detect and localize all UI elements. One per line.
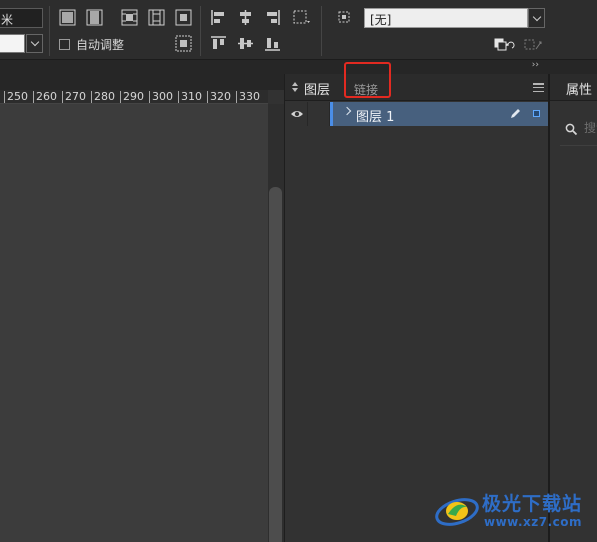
align-left-icon xyxy=(210,9,224,25)
clear-overrides-button[interactable] xyxy=(493,35,515,53)
chevron-down-icon xyxy=(30,37,39,47)
selection-indicator[interactable] xyxy=(533,110,540,117)
object-style-select[interactable]: [无] xyxy=(364,8,528,28)
toolbar-divider xyxy=(321,6,322,56)
control-toolbar: 米 自动调整 [无] xyxy=(0,0,597,60)
fit-content-proportionally-button[interactable] xyxy=(147,8,165,26)
distribute-spacing-button[interactable] xyxy=(291,8,313,26)
layer-name: 图层 1 xyxy=(356,110,395,125)
autofit-checkbox[interactable] xyxy=(59,39,70,50)
ruler-tick: 260 xyxy=(33,91,57,103)
center-content-icon xyxy=(175,9,191,25)
panel-resize-arrows-icon[interactable] xyxy=(292,81,298,93)
toolbar-divider xyxy=(200,6,201,56)
fit-content-icon xyxy=(86,9,102,25)
fit-proportional-icon xyxy=(148,9,164,25)
redefine-style-button[interactable] xyxy=(522,35,544,53)
fit-frame-to-content-button[interactable] xyxy=(58,8,76,26)
ruler-tick: 280 xyxy=(91,91,115,103)
pen-icon xyxy=(511,109,520,118)
fill-frame-proportionally-button[interactable] xyxy=(120,8,138,26)
vertical-scrollbar[interactable] xyxy=(268,104,284,542)
autofit-label: 自动调整 xyxy=(76,38,125,52)
align-right-icon xyxy=(266,9,280,25)
properties-search-input[interactable]: 搜索 xyxy=(584,119,597,141)
layer-selected-row[interactable]: 图层 1 xyxy=(330,102,548,126)
horizontal-ruler[interactable]: 250 260 270 280 290 300 310 320 330 xyxy=(0,90,268,104)
frame-fitting-icon xyxy=(175,35,191,51)
align-right-edges-button[interactable] xyxy=(263,8,281,26)
ruler-tick: 310 xyxy=(178,91,202,103)
document-tab-bar xyxy=(0,60,284,90)
layer-lock-toggle[interactable] xyxy=(307,102,330,126)
ruler-tick: 300 xyxy=(149,91,173,103)
tab-layers[interactable]: 图层 xyxy=(304,79,330,98)
panel-dock-bar: ›› xyxy=(284,60,597,74)
object-style-icon-button[interactable] xyxy=(335,8,353,26)
fill-color-dropdown[interactable] xyxy=(26,34,43,53)
fit-frame-icon xyxy=(59,9,75,25)
layer-row[interactable]: 图层 1 xyxy=(285,102,548,126)
panel-tab-bar: 图层 链接 xyxy=(285,62,548,101)
ruler-tick: 250 xyxy=(4,91,28,103)
align-left-edges-button[interactable] xyxy=(209,8,227,26)
ruler-tick: 330 xyxy=(236,91,260,103)
align-vcenter-icon xyxy=(237,37,253,49)
chevron-right-icon[interactable] xyxy=(342,106,352,116)
unit-field[interactable]: 米 xyxy=(0,8,43,28)
align-top-edges-button[interactable] xyxy=(209,34,227,52)
auto-fit-frame-button[interactable] xyxy=(174,34,192,52)
align-bottom-icon xyxy=(264,37,280,51)
scrollbar-thumb[interactable] xyxy=(269,187,282,542)
align-bottom-edges-button[interactable] xyxy=(263,34,281,52)
search-underline xyxy=(560,145,597,146)
fill-color-swatch[interactable] xyxy=(0,34,25,53)
tab-links-highlight-box xyxy=(344,62,391,98)
search-icon xyxy=(565,123,578,136)
properties-panel: 属性 搜索 xyxy=(548,74,597,542)
center-content-button[interactable] xyxy=(174,8,192,26)
collapse-panels-icon[interactable]: ›› xyxy=(532,60,539,70)
object-style-dropdown[interactable] xyxy=(528,8,545,28)
watermark-logo-icon xyxy=(435,498,479,526)
fit-content-to-frame-button[interactable] xyxy=(85,8,103,26)
panel-menu-icon[interactable] xyxy=(533,83,544,92)
watermark-brand: 极光下载站 xyxy=(482,493,583,515)
fill-proportional-icon xyxy=(121,9,137,25)
distribute-icon xyxy=(293,10,310,23)
clear-overrides-icon xyxy=(494,38,515,50)
tab-properties[interactable]: 属性 xyxy=(550,74,597,101)
watermark: 极光下载站 www.xz7.com xyxy=(434,489,594,534)
watermark-url: www.xz7.com xyxy=(484,515,583,529)
align-vertical-centers-button[interactable] xyxy=(236,34,254,52)
ruler-tick: 290 xyxy=(120,91,144,103)
object-style-icon xyxy=(338,11,349,22)
autofit-option[interactable]: 自动调整 xyxy=(59,36,124,53)
ruler-tick: 270 xyxy=(62,91,86,103)
ruler-tick: 320 xyxy=(207,91,231,103)
chevron-down-icon xyxy=(532,12,541,21)
align-top-icon xyxy=(210,35,226,49)
align-horizontal-centers-button[interactable] xyxy=(236,8,254,26)
eye-icon[interactable] xyxy=(290,107,304,121)
align-hcenter-icon xyxy=(239,9,251,25)
layers-panel: 图层 链接 图层 1 xyxy=(284,62,548,542)
toolbar-divider xyxy=(49,6,50,56)
redefine-style-icon xyxy=(524,39,542,49)
pasteboard-canvas[interactable] xyxy=(0,104,268,542)
